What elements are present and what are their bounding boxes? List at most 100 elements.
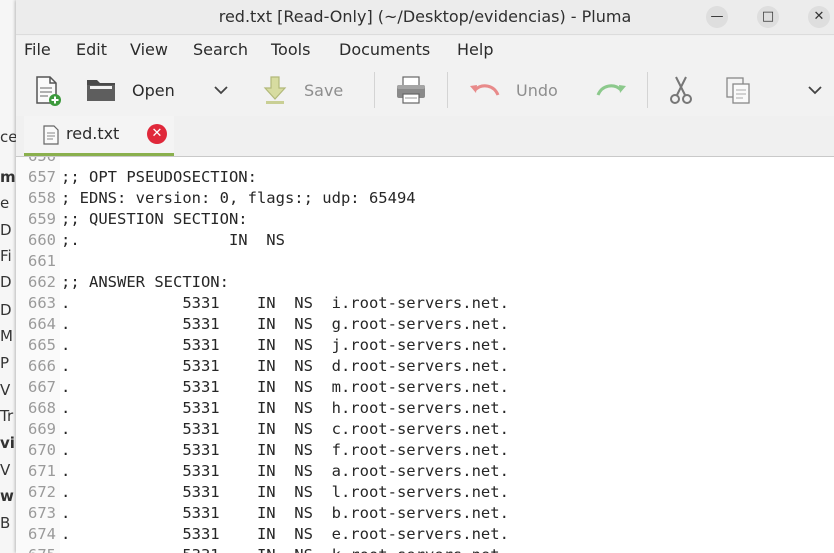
- editor-line[interactable]: 656: [16, 157, 834, 167]
- bg-fragment: B: [0, 514, 11, 532]
- line-number: 659: [28, 210, 56, 228]
- toolbar-separator: [447, 72, 448, 108]
- line-text: . 5331 IN NS i.root-servers.net.: [61, 294, 509, 312]
- editor-line[interactable]: 661: [16, 251, 834, 272]
- line-text: ; EDNS: version: 0, flags:; udp: 65494: [61, 189, 416, 207]
- undo-button[interactable]: Undo: [468, 64, 558, 116]
- background-window: ce m e D Fi D D M P V Tr vi V w B: [0, 0, 17, 553]
- line-number: 664: [28, 315, 56, 333]
- menu-bar: File Edit View Search Tools Documents He…: [16, 36, 834, 64]
- line-number: 671: [28, 462, 56, 480]
- line-number: 663: [28, 294, 56, 312]
- editor-line[interactable]: 672 . 5331 IN NS l.root-servers.net.: [16, 482, 834, 503]
- close-icon: ✕: [813, 9, 825, 24]
- line-text: . 5331 IN NS e.root-servers.net.: [61, 525, 509, 543]
- line-text: . 5331 IN NS l.root-servers.net.: [61, 483, 509, 501]
- maximize-icon: □: [761, 9, 775, 24]
- folder-icon: [87, 80, 115, 101]
- open-label: Open: [132, 80, 175, 100]
- close-window-button[interactable]: ✕: [808, 6, 830, 28]
- new-document-icon: [36, 76, 61, 106]
- line-number: 666: [28, 357, 56, 375]
- editor-line[interactable]: 669 . 5331 IN NS c.root-servers.net.: [16, 419, 834, 440]
- bg-fragment: m: [0, 168, 16, 186]
- copy-icon: [726, 77, 750, 104]
- save-button[interactable]: Save: [260, 64, 343, 116]
- print-button[interactable]: [394, 64, 428, 116]
- line-number: 675: [16, 545, 56, 553]
- editor-line[interactable]: 674 . 5331 IN NS e.root-servers.net.: [16, 524, 834, 545]
- line-text: . 5331 IN NS f.root-servers.net.: [61, 441, 509, 459]
- editor-line[interactable]: 660 ;. IN NS: [16, 230, 834, 251]
- menu-file[interactable]: File: [24, 40, 51, 59]
- toolbar-separator: [647, 72, 648, 108]
- redo-button[interactable]: [594, 64, 628, 116]
- menu-view[interactable]: View: [130, 40, 168, 59]
- undo-icon: [470, 84, 500, 96]
- tab-red-txt[interactable]: red.txt ✕: [24, 116, 174, 156]
- chevron-down-icon: [808, 86, 822, 95]
- tab-close-button[interactable]: ✕: [147, 124, 167, 144]
- editor-line[interactable]: 675 . 5331 IN NS k.root-servers.net.: [16, 545, 834, 553]
- line-number: 661: [28, 252, 56, 270]
- editor-line[interactable]: 665 . 5331 IN NS j.root-servers.net.: [16, 335, 834, 356]
- editor-line[interactable]: 662 ;; ANSWER SECTION:: [16, 272, 834, 293]
- pluma-window: red.txt [Read-Only] (~/Desktop/evidencia…: [16, 0, 834, 553]
- line-text: . 5331 IN NS c.root-servers.net.: [61, 420, 509, 438]
- menu-tools[interactable]: Tools: [271, 40, 310, 59]
- editor-line[interactable]: 666 . 5331 IN NS d.root-servers.net.: [16, 356, 834, 377]
- line-number: 660: [28, 231, 56, 249]
- editor-line[interactable]: 664 . 5331 IN NS g.root-servers.net.: [16, 314, 834, 335]
- save-icon: [263, 76, 287, 104]
- bg-fragment: M: [0, 327, 13, 345]
- scissors-icon: [670, 76, 692, 104]
- line-number: 658: [28, 189, 56, 207]
- text-file-icon: [43, 125, 59, 145]
- menu-help[interactable]: Help: [457, 40, 493, 59]
- bg-fragment: D: [0, 221, 12, 239]
- line-number: 667: [28, 378, 56, 396]
- menu-search[interactable]: Search: [193, 40, 248, 59]
- save-label: Save: [304, 80, 344, 100]
- editor-line[interactable]: 670 . 5331 IN NS f.root-servers.net.: [16, 440, 834, 461]
- toolbar-overflow-button[interactable]: [806, 64, 824, 116]
- open-button[interactable]: Open: [84, 64, 175, 116]
- editor-line[interactable]: 657 ;; OPT PSEUDOSECTION:: [16, 167, 834, 188]
- title-bar[interactable]: red.txt [Read-Only] (~/Desktop/evidencia…: [16, 0, 834, 35]
- editor-line[interactable]: 671 . 5331 IN NS a.root-servers.net.: [16, 461, 834, 482]
- line-text: ;; OPT PSEUDOSECTION:: [61, 168, 257, 186]
- bg-fragment: V: [0, 461, 11, 479]
- line-number: 669: [28, 420, 56, 438]
- line-text: . 5331 IN NS m.root-servers.net.: [61, 378, 509, 396]
- line-text: . 5331 IN NS d.root-servers.net.: [61, 357, 509, 375]
- redo-icon: [596, 84, 626, 96]
- line-number: 668: [28, 399, 56, 417]
- line-text: . 5331 IN NS a.root-servers.net.: [61, 462, 509, 480]
- line-number: 673: [28, 504, 56, 522]
- cut-button[interactable]: [666, 64, 696, 116]
- toolbar: Open Save Undo: [16, 64, 834, 116]
- line-number: 665: [28, 336, 56, 354]
- bg-fragment: Tr: [0, 407, 14, 425]
- editor-line[interactable]: 658 ; EDNS: version: 0, flags:; udp: 6549…: [16, 188, 834, 209]
- editor-line[interactable]: 673 . 5331 IN NS b.root-servers.net.: [16, 503, 834, 524]
- bg-fragment: D: [0, 273, 12, 291]
- bg-fragment: w: [0, 487, 14, 505]
- toolbar-separator: [374, 72, 375, 108]
- editor-line[interactable]: 667 . 5331 IN NS m.root-servers.net.: [16, 377, 834, 398]
- new-document-button[interactable]: [30, 64, 64, 116]
- line-text: ;; ANSWER SECTION:: [61, 273, 229, 291]
- editor-line[interactable]: 663 . 5331 IN NS i.root-servers.net.: [16, 293, 834, 314]
- minimize-button[interactable]: —: [706, 6, 728, 28]
- text-editor[interactable]: 656657 ;; OPT PSEUDOSECTION: 658 ; EDNS: ve…: [16, 157, 834, 553]
- editor-line[interactable]: 668 . 5331 IN NS h.root-servers.net.: [16, 398, 834, 419]
- line-number: 674: [28, 525, 56, 543]
- menu-edit[interactable]: Edit: [76, 40, 107, 59]
- tab-bar: red.txt ✕: [16, 116, 834, 157]
- line-number: 670: [28, 441, 56, 459]
- menu-documents[interactable]: Documents: [339, 40, 430, 59]
- editor-line[interactable]: 659 ;; QUESTION SECTION:: [16, 209, 834, 230]
- maximize-button[interactable]: □: [757, 6, 779, 28]
- recent-files-dropdown[interactable]: [212, 64, 230, 116]
- copy-button[interactable]: [722, 64, 754, 116]
